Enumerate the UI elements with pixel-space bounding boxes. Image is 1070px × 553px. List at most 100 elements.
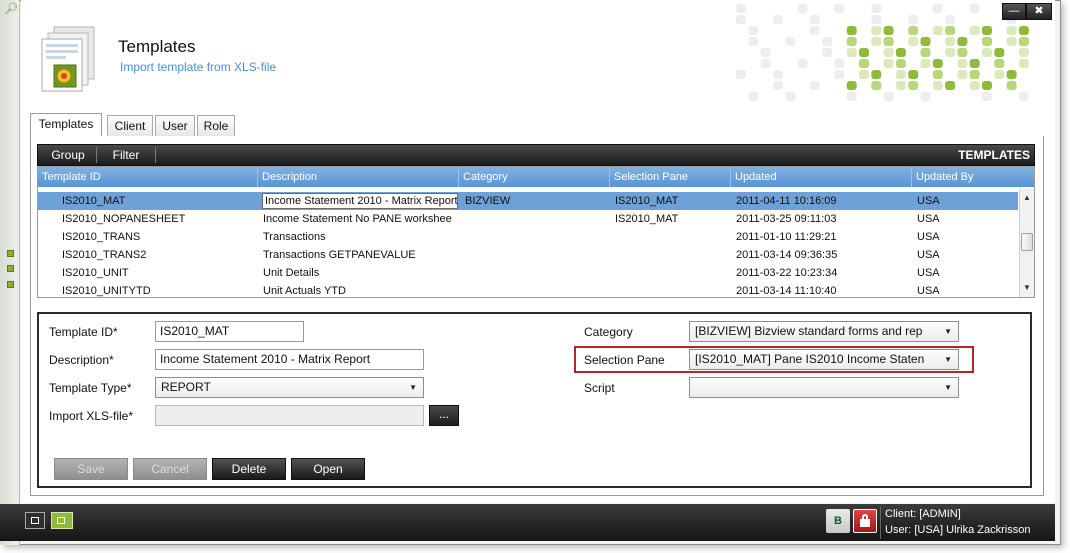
- selection-pane-select[interactable]: [IS2010_MAT] Pane IS2010 Income Staten ▼: [689, 349, 959, 370]
- import-xls-label: Import XLS-file*: [49, 409, 134, 423]
- template-id-label: Template ID*: [49, 325, 118, 339]
- cell-template-id: IS2010_TRANS: [62, 231, 141, 243]
- dock-marker-icon[interactable]: [7, 250, 14, 257]
- column-header-updated-by[interactable]: Updated By: [912, 167, 1034, 187]
- chevron-down-icon: ▼: [944, 327, 952, 336]
- category-select[interactable]: [BIZVIEW] Bizview standard forms and rep…: [689, 321, 959, 342]
- cell-description: Unit Details: [263, 267, 320, 279]
- grid-title: TEMPLATES: [958, 148, 1030, 162]
- template-type-select[interactable]: REPORT ▼: [155, 377, 424, 398]
- chevron-down-icon: ▼: [944, 355, 952, 364]
- table-row[interactable]: IS2010_TRANS2 Transactions GETPANEVALUE …: [38, 246, 1018, 264]
- column-header-category[interactable]: Category: [459, 167, 610, 187]
- user-status: User: [USA] Ulrika Zackrisson: [885, 524, 1031, 536]
- page-title: Templates: [118, 37, 196, 56]
- cell-updated-by: USA: [917, 249, 940, 261]
- category-value: [BIZVIEW] Bizview standard forms and rep: [695, 324, 923, 338]
- status-bar: B Client: [ADMIN] User: [USA] Ulrika Zac…: [0, 504, 1055, 541]
- cell-selection-pane: [615, 228, 730, 246]
- client-status: Client: [ADMIN]: [885, 508, 961, 520]
- cell-category: [465, 246, 605, 264]
- description-label: Description*: [49, 353, 114, 367]
- minimize-button[interactable]: —: [1002, 3, 1026, 20]
- window-icon: [31, 517, 39, 524]
- cell-updated: 2011-03-14 11:10:40: [736, 285, 837, 297]
- cell-category: [465, 210, 605, 228]
- chevron-down-icon: ▼: [944, 383, 952, 392]
- script-label: Script: [584, 381, 615, 395]
- save-button[interactable]: Save: [54, 458, 128, 480]
- cell-selection-pane: [615, 264, 730, 282]
- cell-template-id: IS2010_UNITYTD: [62, 285, 151, 297]
- selection-pane-value: [IS2010_MAT] Pane IS2010 Income Staten: [695, 352, 925, 366]
- cell-template-id: IS2010_MAT: [62, 195, 126, 207]
- chevron-down-icon: ▼: [409, 383, 417, 392]
- script-select[interactable]: ▼: [689, 377, 959, 398]
- grid-body: IS2010_MAT Income Statement 2010 - Matri…: [38, 191, 1018, 297]
- cell-updated-by: USA: [917, 231, 940, 243]
- cell-updated-by: USA: [917, 195, 940, 207]
- cell-updated: 2011-04-11 10:16:09: [736, 195, 837, 207]
- tab-user[interactable]: User: [155, 115, 195, 137]
- cell-template-id: IS2010_NOPANESHEET: [62, 213, 186, 225]
- scroll-up-icon[interactable]: ▲: [1020, 191, 1034, 205]
- grid-scrollbar[interactable]: ▲ ▼: [1019, 189, 1034, 297]
- templates-grid: Template ID Description Category Selecti…: [37, 166, 1035, 298]
- cell-category: BIZVIEW: [465, 195, 511, 207]
- table-row[interactable]: IS2010_UNIT Unit Details 2011-03-22 10:2…: [38, 264, 1018, 282]
- column-header-selection-pane[interactable]: Selection Pane: [610, 167, 731, 187]
- close-button[interactable]: ✖: [1026, 3, 1052, 20]
- tab-role[interactable]: Role: [197, 115, 235, 137]
- selection-pane-label: Selection Pane: [584, 353, 665, 367]
- scrollbar-thumb[interactable]: [1021, 233, 1033, 251]
- import-xls-field[interactable]: [155, 405, 424, 426]
- group-button[interactable]: Group: [40, 145, 96, 165]
- filter-button[interactable]: Filter: [98, 145, 154, 165]
- dock-marker-icon[interactable]: [7, 281, 14, 288]
- cell-category: [465, 282, 605, 297]
- template-type-label: Template Type*: [49, 381, 132, 395]
- tab-client[interactable]: Client: [107, 115, 153, 137]
- cell-description: Transactions: [263, 231, 326, 243]
- left-dock-strip: 🔎︎: [0, 0, 20, 545]
- column-header-updated[interactable]: Updated: [731, 167, 912, 187]
- description-field[interactable]: Income Statement 2010 - Matrix Report: [155, 349, 424, 370]
- table-row[interactable]: IS2010_TRANS Transactions 2011-01-10 11:…: [38, 228, 1018, 246]
- category-label: Category: [584, 325, 633, 339]
- delete-button[interactable]: Delete: [212, 458, 286, 480]
- column-header-template-id[interactable]: Template ID: [38, 167, 258, 187]
- form-view-button[interactable]: [51, 512, 73, 529]
- cell-selection-pane: IS2010_MAT: [615, 195, 679, 207]
- cell-updated-by: USA: [917, 285, 940, 297]
- cell-description: Unit Actuals YTD: [263, 285, 346, 297]
- template-id-field[interactable]: IS2010_MAT: [155, 321, 304, 342]
- open-button[interactable]: Open: [291, 458, 365, 480]
- decorative-dot-pattern: [736, 4, 1029, 101]
- table-row[interactable]: IS2010_UNITYTD Unit Actuals YTD 2011-03-…: [38, 282, 1018, 297]
- toolbar-separator: [96, 147, 97, 163]
- cell-updated: 2011-03-25 09:11:03: [736, 213, 837, 225]
- cell-selection-pane: IS2010_MAT: [615, 213, 679, 225]
- cell-updated: 2011-03-14 09:36:35: [736, 249, 838, 261]
- language-icon[interactable]: B: [826, 509, 850, 533]
- cell-template-id: IS2010_UNIT: [62, 267, 129, 279]
- lock-icon[interactable]: [853, 509, 877, 533]
- cell-category: [465, 228, 605, 246]
- cell-description: Transactions GETPANEVALUE: [263, 249, 416, 261]
- scroll-down-icon[interactable]: ▼: [1020, 281, 1034, 295]
- table-row[interactable]: IS2010_MAT Income Statement 2010 - Matri…: [38, 192, 1018, 210]
- search-icon[interactable]: 🔎︎: [4, 3, 18, 15]
- cell-selection-pane: [615, 282, 730, 297]
- dock-marker-icon[interactable]: [7, 265, 14, 272]
- table-row[interactable]: IS2010_NOPANESHEET Income Statement No P…: [38, 210, 1018, 228]
- template-type-value: REPORT: [161, 380, 211, 394]
- cell-description[interactable]: Income Statement 2010 - Matrix Report: [262, 193, 458, 209]
- browse-button[interactable]: ...: [429, 405, 459, 426]
- column-header-description[interactable]: Description: [258, 167, 459, 187]
- page-subtitle: Import template from XLS-file: [120, 60, 277, 74]
- cell-selection-pane: [615, 246, 730, 264]
- window-view-button[interactable]: [25, 512, 45, 529]
- status-separator: [880, 506, 881, 539]
- tab-templates[interactable]: Templates: [30, 113, 102, 137]
- cancel-button[interactable]: Cancel: [133, 458, 207, 480]
